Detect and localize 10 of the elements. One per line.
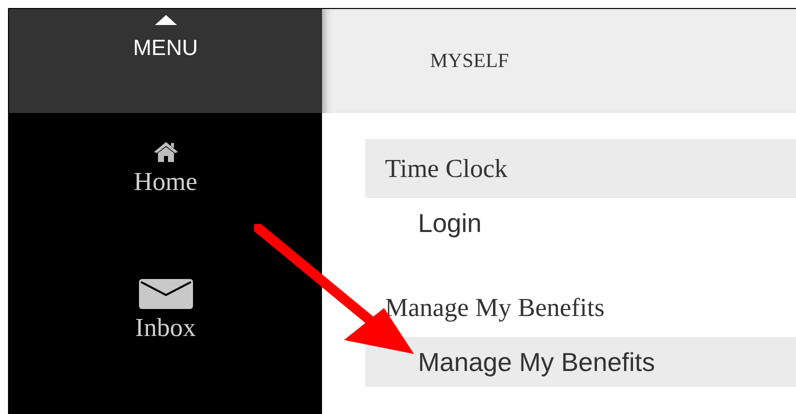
caret-up-icon bbox=[154, 15, 176, 25]
section-header: Time Clock bbox=[365, 139, 796, 198]
home-icon bbox=[152, 141, 178, 163]
envelope-icon bbox=[138, 279, 192, 309]
menu-button[interactable]: MENU bbox=[9, 9, 322, 113]
section-header: Manage My Benefits bbox=[384, 292, 606, 324]
page-title: MYSELF bbox=[430, 49, 509, 74]
sidebar-item[interactable]: Inbox bbox=[86, 279, 246, 343]
menu-link[interactable]: Manage My Benefits bbox=[365, 337, 796, 387]
sidebar-item[interactable]: Home bbox=[86, 141, 246, 197]
